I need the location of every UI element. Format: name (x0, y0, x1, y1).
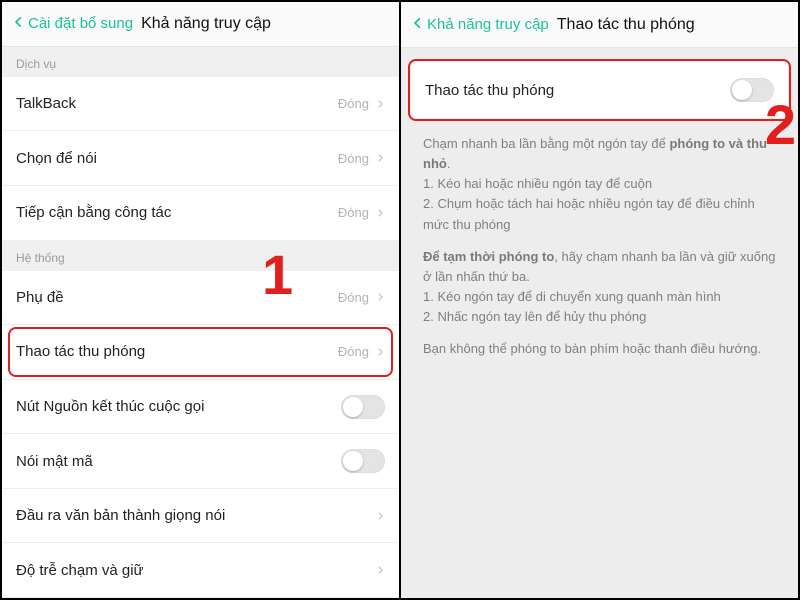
row-label: Độ trễ chạm và giữ (16, 562, 144, 579)
row-captions[interactable]: Phụ đề Đóng (2, 271, 399, 326)
chevron-left-icon (12, 15, 28, 33)
back-label: Khả năng truy cập (427, 16, 549, 33)
row-magnification[interactable]: Thao tác thu phóng Đóng (2, 325, 399, 380)
row-touch-hold-delay[interactable]: Độ trễ chạm và giữ (2, 543, 399, 598)
row-label: Phụ đề (16, 289, 64, 306)
header: Khả năng truy cập Thao tác thu phóng (401, 2, 798, 48)
chevron-right-icon (375, 563, 385, 577)
screen-magnification-gestures: Khả năng truy cập Thao tác thu phóng Tha… (401, 2, 798, 598)
row-speak-passwords[interactable]: Nói mật mã (2, 434, 399, 489)
chevron-right-icon (375, 290, 385, 304)
toggle-switch[interactable] (341, 449, 385, 473)
row-status: Đóng (338, 151, 369, 166)
back-button[interactable]: Khả năng truy cập (411, 16, 549, 34)
row-label: Thao tác thu phóng (16, 343, 145, 360)
row-label: Chọn để nói (16, 150, 97, 167)
row-magnification-toggle[interactable]: Thao tác thu phóng (411, 62, 788, 118)
back-label: Cài đặt bổ sung (28, 15, 133, 32)
chevron-right-icon (375, 151, 385, 165)
chevron-right-icon (375, 345, 385, 359)
row-label: Nút Nguồn kết thúc cuộc gọi (16, 398, 204, 415)
row-label: Tiếp cận bằng công tác (16, 204, 171, 221)
row-status: Đóng (338, 344, 369, 359)
row-status: Đóng (338, 96, 369, 111)
page-title: Khả năng truy cập (141, 15, 271, 33)
chevron-right-icon (375, 97, 385, 111)
row-status: Đóng (338, 205, 369, 220)
row-tts-output[interactable]: Đầu ra văn bản thành giọng nói (2, 489, 399, 544)
row-select-to-speak[interactable]: Chọn để nói Đóng (2, 131, 399, 186)
row-status: Đóng (338, 290, 369, 305)
chevron-right-icon (375, 206, 385, 220)
back-button[interactable]: Cài đặt bổ sung (12, 15, 133, 33)
screen-accessibility-settings: Cài đặt bổ sung Khả năng truy cập Dịch v… (2, 2, 401, 598)
chevron-left-icon (411, 16, 427, 34)
row-talkback[interactable]: TalkBack Đóng (2, 77, 399, 132)
section-header-system: Hệ thống (2, 241, 399, 271)
toggle-switch[interactable] (730, 78, 774, 102)
header: Cài đặt bổ sung Khả năng truy cập (2, 2, 399, 47)
row-label: TalkBack (16, 95, 76, 112)
section-header-service: Dịch vụ (2, 47, 399, 77)
row-switch-access[interactable]: Tiếp cận bằng công tác Đóng (2, 186, 399, 241)
row-label: Nói mật mã (16, 453, 93, 470)
page-title: Thao tác thu phóng (557, 16, 695, 34)
row-label: Thao tác thu phóng (425, 82, 554, 99)
row-label: Đầu ra văn bản thành giọng nói (16, 507, 225, 524)
row-power-end-call[interactable]: Nút Nguồn kết thúc cuộc gọi (2, 380, 399, 435)
chevron-right-icon (375, 509, 385, 523)
magnification-help-text: Chạm nhanh ba lần bằng một ngón tay để p… (401, 118, 798, 387)
toggle-switch[interactable] (341, 395, 385, 419)
